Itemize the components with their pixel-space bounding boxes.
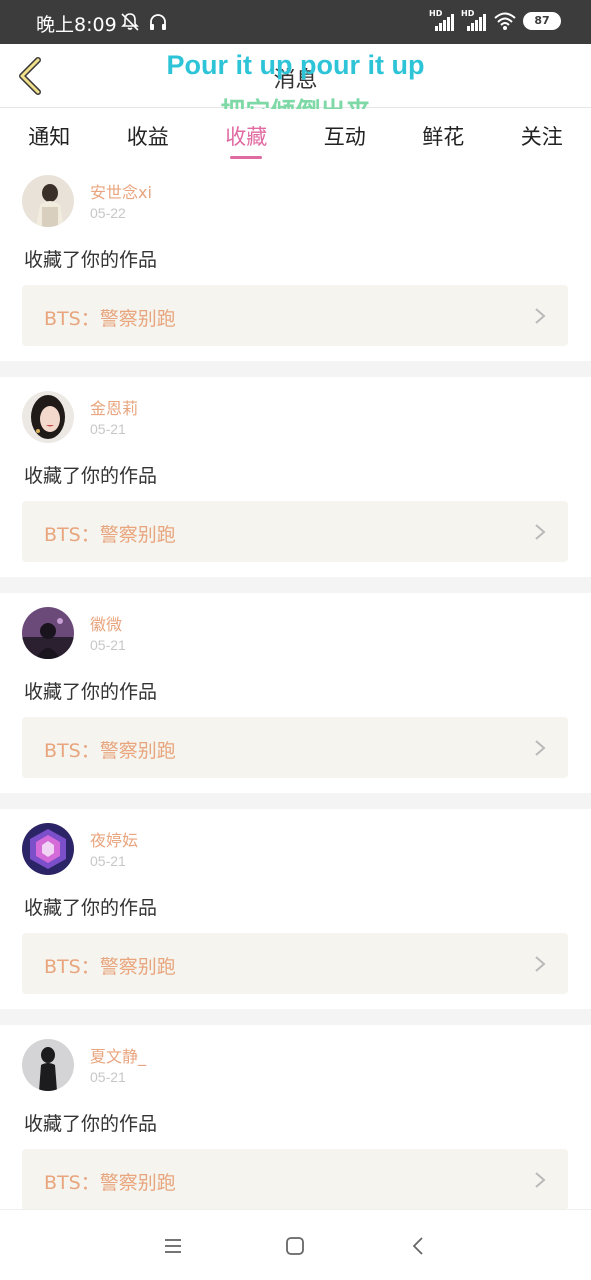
work-link[interactable]: BTS：警察别跑 [22, 1149, 568, 1209]
avatar[interactable] [22, 607, 74, 659]
divider [0, 793, 591, 809]
tab-favorites[interactable]: 收藏 [197, 109, 296, 161]
tab-following[interactable]: 关注 [493, 109, 591, 161]
work-title: BTS：警察别跑 [44, 308, 176, 330]
username[interactable]: 徽微 [90, 611, 122, 635]
username[interactable]: 夜婷妘 [90, 827, 138, 851]
activity-text: 收藏了你的作品 [24, 465, 158, 487]
overlay-caption-english: Pour it up pour it up [166, 50, 425, 80]
username[interactable]: 安世念xi [90, 179, 152, 203]
favorites-feed: 安世念xi 05-22 收藏了你的作品 BTS：警察别跑 金恩莉 05-21 收… [0, 161, 591, 1209]
work-link[interactable]: BTS：警察别跑 [22, 717, 568, 778]
status-bar: 晚上8:09 HD HD 87 [0, 0, 591, 44]
chevron-right-icon [535, 956, 546, 972]
divider [0, 361, 591, 377]
list-item: 安世念xi 05-22 收藏了你的作品 BTS：警察别跑 [0, 161, 591, 361]
hd-signal-icon: HD [429, 9, 455, 31]
timestamp: 05-21 [90, 637, 126, 653]
list-item: 徽微 05-21 收藏了你的作品 BTS：警察别跑 [0, 593, 591, 793]
activity-text: 收藏了你的作品 [24, 897, 158, 919]
tab-earnings[interactable]: 收益 [99, 109, 198, 161]
list-item: 金恩莉 05-21 收藏了你的作品 BTS：警察别跑 [0, 377, 591, 577]
hd-signal-icon: HD [461, 9, 487, 31]
avatar[interactable] [22, 175, 74, 227]
battery-indicator: 87 [523, 12, 561, 30]
timestamp: 05-21 [90, 1069, 126, 1085]
back-icon[interactable] [407, 1234, 431, 1258]
chevron-right-icon [535, 308, 546, 324]
chevron-right-icon [535, 740, 546, 756]
tab-bar: 通知 收益 收藏 互动 鲜花 关注 [0, 109, 591, 161]
list-item: 夏文静_ 05-21 收藏了你的作品 BTS：警察别跑 [0, 1025, 591, 1209]
timestamp: 05-21 [90, 853, 126, 869]
activity-text: 收藏了你的作品 [24, 681, 158, 703]
work-title: BTS：警察别跑 [44, 956, 176, 978]
list-item: 夜婷妘 05-21 收藏了你的作品 BTS：警察别跑 [0, 809, 591, 1009]
work-title: BTS：警察别跑 [44, 740, 176, 762]
timestamp: 05-22 [90, 205, 126, 221]
timestamp: 05-21 [90, 421, 126, 437]
activity-text: 收藏了你的作品 [24, 1113, 158, 1135]
tab-flowers[interactable]: 鲜花 [394, 109, 493, 161]
header: 消息 Pour it up pour it up 把它倾倒出来 [0, 44, 591, 126]
tab-interactions[interactable]: 互动 [296, 109, 395, 161]
work-title: BTS：警察别跑 [44, 1172, 176, 1194]
work-link[interactable]: BTS：警察别跑 [22, 501, 568, 562]
chevron-right-icon [535, 1172, 546, 1188]
avatar[interactable] [22, 1039, 74, 1091]
system-nav-bar [0, 1209, 591, 1280]
chevron-right-icon [535, 524, 546, 540]
home-icon[interactable] [283, 1234, 307, 1258]
work-title: BTS：警察别跑 [44, 524, 176, 546]
work-link[interactable]: BTS：警察别跑 [22, 933, 568, 994]
divider [0, 1009, 591, 1025]
status-time: 晚上8:09 [36, 14, 117, 36]
headset-icon [150, 14, 166, 30]
menu-icon[interactable] [161, 1234, 185, 1258]
activity-text: 收藏了你的作品 [24, 249, 158, 271]
mute-icon [121, 13, 139, 31]
divider [0, 577, 591, 593]
username[interactable]: 夏文静_ [90, 1043, 146, 1067]
tab-notifications[interactable]: 通知 [0, 109, 99, 161]
username[interactable]: 金恩莉 [90, 395, 138, 419]
wifi-icon [494, 12, 516, 30]
avatar[interactable] [22, 823, 74, 875]
avatar[interactable] [22, 391, 74, 443]
work-link[interactable]: BTS：警察别跑 [22, 285, 568, 346]
